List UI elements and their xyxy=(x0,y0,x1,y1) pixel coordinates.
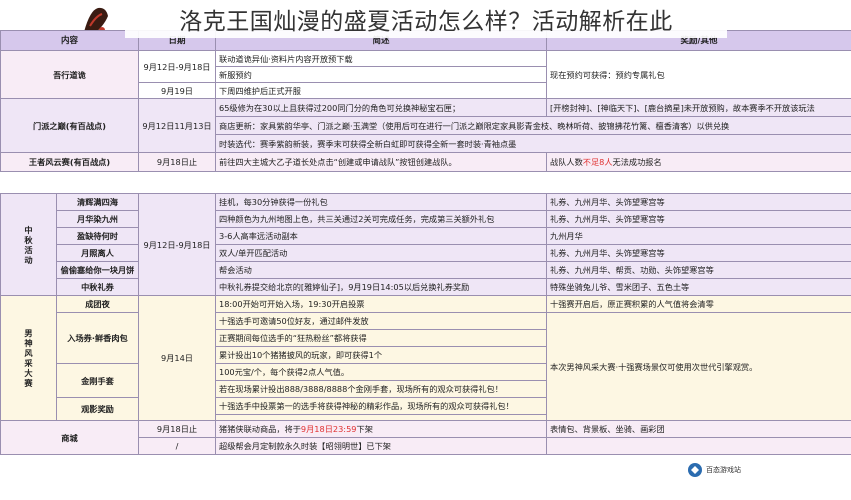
header-content: 内容 xyxy=(0,30,139,51)
event-desc: 3-6人高率远活动副本 xyxy=(215,227,547,245)
article-title: 洛克王国灿漫的盛夏活动怎么样？活动解析在此 xyxy=(179,9,673,35)
event-table: 内容 日期 简述 奖励/其他 吾行道诡 9月12日-9月18日 联动道诡异仙·资… xyxy=(0,30,851,172)
table-row: 月华染九州 四种颜色为九州地图上色，共三关通过2关可完成任务，完成第三关额外礼包… xyxy=(1,210,851,228)
table-row: 入场券·鲜香肉包 十强选手可邀请50位好友，通过邮件发放 本次男神风采大赛·十强… xyxy=(1,312,851,421)
event-desc: 18:00开始可开始入场，19:30开启投票 xyxy=(215,295,547,313)
group-char: 男 xyxy=(24,328,33,338)
event-desc: 挂机，每30分钟获得一份礼包 xyxy=(215,193,547,211)
table-row: 中秋礼券 中秋礼券提交给北京的[雅婷仙子]，9月19日14:05以后兑换礼券奖励… xyxy=(1,278,851,296)
event-name: 成团夜 xyxy=(56,295,139,313)
reward-text: 无法成功报名 xyxy=(612,157,662,167)
desc-highlight: 9月18日23:59 xyxy=(300,424,357,434)
event-desc: 下周四维护后正式开服 xyxy=(215,82,547,99)
event-name: 吾行道诡 xyxy=(0,50,139,99)
event-desc: 四种颜色为九州地图上色，共三关通过2关可完成任务，完成第三关额外礼包 xyxy=(215,210,547,228)
event-name: 月照离人 xyxy=(56,244,139,262)
event-reward: 礼券、九州月华、头饰望寒宫等 xyxy=(546,210,851,228)
event-name: 入场券·鲜香肉包 xyxy=(56,312,139,364)
event-desc: 累计投出10个猪猪披风的玩家，即可获得1个 xyxy=(215,346,547,364)
event-name: 观影奖励 xyxy=(56,397,139,421)
group-mid-autumn: 中 秋 活 动 xyxy=(0,193,57,296)
event-reward: 礼券、九州月华、头饰望寒宫等 xyxy=(546,244,851,262)
event-reward: 十强赛开启后，原正赛积累的人气值将会清零 xyxy=(546,295,851,313)
table-row: 月照离人 双人/单开匹配活动 礼券、九州月华、头饰望寒宫等 xyxy=(1,244,851,262)
event-desc: 时装选代：赛季紫韵新装，赛季末可获得全新白虹即可获得全新一套时装·青袖点墨 xyxy=(215,134,851,153)
table-row: 男 神 风 采 大 赛 成团夜 9月14日 18:00开始可开始入场，19:30… xyxy=(0,295,851,421)
reward-text: 战队人数 xyxy=(550,157,583,167)
event-date: / xyxy=(138,437,216,455)
event-date: 9月18日止 xyxy=(138,420,216,438)
table-row: 偷偷塞给你一块月饼 帮会活动 礼券、九州月华、帮贡、功勋、头饰望寒宫等 xyxy=(1,261,851,279)
group-char: 秋 xyxy=(24,234,33,245)
event-desc: 超级帮会月定制款永久时装【昭翎明世】已下架 xyxy=(215,437,547,455)
desc-text: 猪猪侠联动商品，将于 xyxy=(219,424,301,434)
event-desc: 猪猪侠联动商品，将于9月18日23:59下架 xyxy=(215,420,547,438)
article-title-banner: 洛克王国灿漫的盛夏活动怎么样？活动解析在此 xyxy=(125,0,727,38)
event-desc: 联动道诡异仙·资料片内容开放预下载 xyxy=(215,50,547,67)
event-reward: 礼券、九州月华、帮贡、功勋、头饰望寒宫等 xyxy=(546,261,851,279)
group-char: 神 xyxy=(24,338,33,348)
table-row: 吾行道诡 9月12日-9月18日 联动道诡异仙·资料片内容开放预下载 现在预约可… xyxy=(0,50,851,99)
event-date: 9月14日 xyxy=(138,295,216,421)
group-char: 中 xyxy=(24,224,33,235)
event-date: 9月12日11月13日 xyxy=(138,98,216,153)
table-row: 门派之巅(有百战点) 9月12日11月13日 65级修为在30以上且获得过200… xyxy=(0,98,851,153)
event-reward: 礼券、九州月华、头饰望寒宫等 xyxy=(546,193,851,211)
event-name: 王者风云赛(有百战点) xyxy=(0,152,139,172)
event-date: 9月18日止 xyxy=(138,152,216,172)
event-desc: 商店更新：家具紫韵华亭、门派之巅·玉满堂（使用后可在进行一门派之巅限定家具影青金… xyxy=(215,116,851,135)
event-name: 门派之巅(有百战点) xyxy=(0,98,139,153)
event-desc: 双人/单开匹配活动 xyxy=(215,244,547,262)
site-logo-icon xyxy=(688,463,702,477)
event-reward: 特殊坐骑兔儿爷、雪米团子、五色土等 xyxy=(546,278,851,296)
event-desc: 中秋礼券提交给北京的[雅婷仙子]，9月19日14:05以后兑换礼券奖励 xyxy=(215,278,547,296)
event-desc: 65级修为在30以上且获得过200同门分的角色可兑换神秘宝石匣； xyxy=(215,98,547,117)
table-row: 中 秋 活 动 清辉满四海 9月12日-9月18日 挂机，每30分钟获得一份礼包… xyxy=(0,193,851,296)
event-name: 月华染九州 xyxy=(56,210,139,228)
event-desc: 前往四大主城大乙子道长处点击“创建或申请战队”按钮创建战队。 xyxy=(215,152,547,172)
watermark-text: 百态游戏站 xyxy=(706,466,741,474)
group-char: 赛 xyxy=(24,378,33,388)
event-desc: 帮会活动 xyxy=(215,261,547,279)
event-desc: 十强选手中投票第一的选手将获得神秘的精彩作品，现场所有的观众可获得礼包！ xyxy=(215,397,547,415)
event-reward: [开榜封神]、[神临天下]、[鹿台摘星]未开放预购，故本赛季不开放该玩法 xyxy=(546,98,851,117)
event-reward xyxy=(546,437,851,455)
table-row: 商城 9月18日止 猪猪侠联动商品，将于9月18日23:59下架 表情包、背景板… xyxy=(0,420,851,455)
event-desc: 十强选手可邀请50位好友，通过邮件发放 xyxy=(215,312,547,330)
event-reward: 本次男神风采大赛·十强赛场景仅可使用次世代引擎观赏。 xyxy=(546,312,851,421)
event-reward: 九州月华 xyxy=(546,227,851,245)
group-char: 大 xyxy=(24,368,33,378)
table-row: 王者风云赛(有百战点) 9月18日止 前往四大主城大乙子道长处点击“创建或申请战… xyxy=(0,152,851,172)
event-name: 商城 xyxy=(0,420,139,455)
event-reward: 战队人数不足8人无法成功报名 xyxy=(546,152,851,172)
event-name: 中秋礼券 xyxy=(56,278,139,296)
event-name: 金刚手套 xyxy=(56,363,139,398)
event-date: 9月12日-9月18日 xyxy=(138,50,216,83)
event-name: 清辉满四海 xyxy=(56,193,139,211)
site-watermark: 百态游戏站 xyxy=(683,458,775,482)
group-char: 采 xyxy=(24,358,33,368)
event-date: 9月19日 xyxy=(138,82,216,99)
table-row: 盈缺待何时 3-6人高率远活动副本 九州月华 xyxy=(1,227,851,245)
event-table-lower: 中 秋 活 动 清辉满四海 9月12日-9月18日 挂机，每30分钟获得一份礼包… xyxy=(0,193,851,455)
event-desc: 新服预约 xyxy=(215,66,547,83)
event-reward: 表情包、背景板、坐骑、画彩团 xyxy=(546,420,851,438)
event-desc: 若在现场累计投出888/3888/8888个金刚手套，现场所有的观众可获得礼包！ xyxy=(215,380,547,398)
group-char: 风 xyxy=(24,348,33,358)
event-desc: 100元宝/个，每个获得2点人气值。 xyxy=(215,363,547,381)
event-reward: 现在预约可获得：预约专属礼包 xyxy=(546,50,851,99)
group-male-contest: 男 神 风 采 大 赛 xyxy=(0,295,57,421)
event-date: 9月12日-9月18日 xyxy=(138,193,216,296)
event-desc: 正赛期间每位选手的“狂热粉丝”都将获得 xyxy=(215,329,547,347)
event-name: 盈缺待何时 xyxy=(56,227,139,245)
group-char: 活 xyxy=(24,244,33,255)
group-char: 动 xyxy=(24,254,33,265)
desc-text: 下架 xyxy=(356,424,373,434)
event-name: 偷偷塞给你一块月饼 xyxy=(56,261,139,279)
schedule-sheet: 内容 日期 简述 奖励/其他 吾行道诡 9月12日-9月18日 联动道诡异仙·资… xyxy=(0,0,851,500)
reward-highlight: 不足8人 xyxy=(582,157,613,167)
